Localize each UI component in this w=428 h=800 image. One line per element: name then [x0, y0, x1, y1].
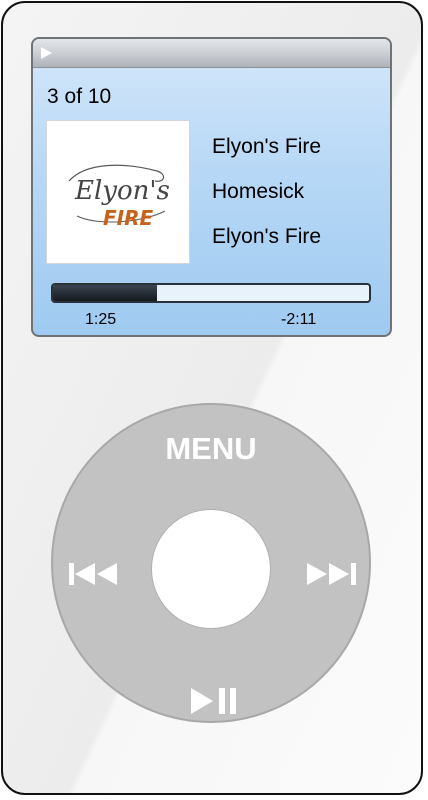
- album-logo: Elyon's FIRE: [68, 164, 170, 230]
- progress-bar: [51, 283, 371, 303]
- next-track-icon[interactable]: [305, 559, 359, 589]
- display-screen: 3 of 10 Elyon's FIRE Elyon's Fire Homesi…: [31, 37, 392, 337]
- ipod-device: 3 of 10 Elyon's FIRE Elyon's Fire Homesi…: [1, 1, 423, 795]
- play-icon: [41, 47, 52, 59]
- elapsed-time: 1:25: [85, 311, 117, 328]
- album-title: Homesick: [212, 180, 305, 203]
- progress-fill: [53, 285, 158, 301]
- track-position: 3 of 10: [47, 85, 112, 108]
- album-logo-top-text: Elyon's: [74, 176, 170, 206]
- click-wheel[interactable]: MENU: [51, 403, 371, 723]
- album-art: Elyon's FIRE: [46, 120, 190, 264]
- song-title: Elyon's Fire: [212, 135, 322, 158]
- play-pause-icon[interactable]: [189, 685, 239, 717]
- remaining-time: -2:11: [281, 311, 317, 328]
- status-bar: [33, 39, 390, 68]
- artist-name: Elyon's Fire: [212, 225, 322, 248]
- select-button[interactable]: [151, 509, 271, 629]
- album-logo-bottom-text: FIRE: [103, 206, 154, 230]
- menu-button[interactable]: MENU: [53, 431, 369, 467]
- previous-track-icon[interactable]: [67, 559, 121, 589]
